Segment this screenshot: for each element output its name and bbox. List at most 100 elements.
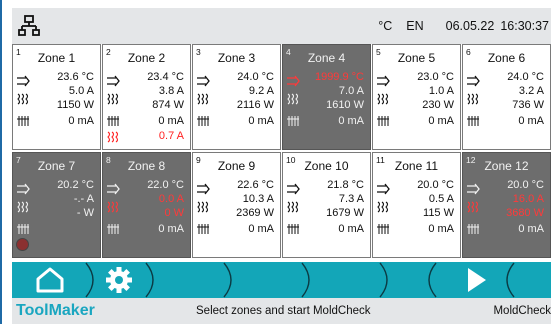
gear-icon xyxy=(106,267,132,293)
heater-icon xyxy=(286,93,300,105)
zone-leakage-current: 0 mA xyxy=(518,115,544,127)
zone-temperature: 20.0 °C xyxy=(417,179,454,191)
heater-icon xyxy=(196,93,210,105)
heater-icon xyxy=(106,93,120,105)
zone-current: 3.2 A xyxy=(518,85,544,97)
zone-tile[interactable]: 6 Zone 6 24.0 °C 3.2 A 736 W0 mA xyxy=(462,44,551,150)
time-display: 16:30:37 xyxy=(500,19,549,33)
zone-leakage-current: 0 mA xyxy=(158,115,184,127)
zone-leakage-current: 0 mA xyxy=(338,115,364,127)
header-bar: °C EN 06.05.22 16:30:37 xyxy=(12,8,551,44)
heater-icon xyxy=(466,201,480,213)
home-icon xyxy=(36,267,64,293)
network-icon[interactable] xyxy=(18,15,40,37)
zone-leakage-current: 0 mA xyxy=(428,115,454,127)
next-button[interactable] xyxy=(438,262,514,298)
zone-leakage-current: 0 mA xyxy=(248,223,274,235)
zone-tile[interactable]: 2 Zone 2 23.4 °C 3.8 A 874 W0 mA 0.7 A xyxy=(102,44,191,150)
zone-tile[interactable]: 4 Zone 4 1999.9 °C 7.0 A 1610 W0 mA xyxy=(282,44,371,150)
zone-name: Zone 9 xyxy=(217,159,256,173)
zone-temperature: 22.6 °C xyxy=(237,179,274,191)
heater-icon xyxy=(16,201,30,213)
zone-temperature: 23.6 °C xyxy=(57,71,94,83)
zone-tile[interactable]: 8 Zone 8 22.0 °C 0.0 A0 W0 mA xyxy=(102,152,191,258)
heater-icon xyxy=(286,201,300,213)
zone-current: 16.0 A xyxy=(512,193,544,205)
zone-tile[interactable]: 10 Zone 10 21.8 °C 7.3 A 1679 W0 mA xyxy=(282,152,371,258)
zone-name: Zone 7 xyxy=(37,159,76,173)
zone-temperature: 20.0 °C xyxy=(507,179,544,191)
status-bar: ToolMaker Select zones and start MoldChe… xyxy=(12,298,551,324)
nav-slot-5[interactable] xyxy=(306,262,382,298)
leakage-icon xyxy=(16,115,30,127)
zone-tile[interactable]: 1 Zone 1 23.6 °C 5.0 A 1150 W0 mA xyxy=(12,44,101,150)
flow-arrow-icon xyxy=(196,183,210,195)
zone-name: Zone 5 xyxy=(397,51,436,65)
zone-power: 2369 W xyxy=(236,207,274,219)
zone-tile[interactable]: 12 Zone 12 20.0 °C 16.0 A 3680 W0 mA xyxy=(462,152,551,258)
zone-temperature: 1999.9 °C xyxy=(314,71,364,83)
zone-name: Zone 11 xyxy=(394,159,439,173)
date-display: 06.05.22 xyxy=(445,19,495,33)
leakage-icon xyxy=(196,223,210,235)
zone-tile[interactable]: 5 Zone 5 23.0 °C 1.0 A 230 W0 mA xyxy=(372,44,461,150)
heater-icon xyxy=(466,93,480,105)
heater-icon xyxy=(376,93,390,105)
flow-arrow-icon xyxy=(16,75,30,87)
flow-arrow-icon xyxy=(196,75,210,87)
app-frame: °C EN 06.05.22 16:30:37 1 Zone 1 23.6 °C 5.… xyxy=(0,0,551,324)
zone-name: Zone 10 xyxy=(304,159,349,173)
zone-temperature: 23.0 °C xyxy=(417,71,454,83)
zone-name: Zone 4 xyxy=(307,51,346,65)
alarm-indicator-icon xyxy=(16,238,29,251)
zone-name: Zone 1 xyxy=(37,51,76,65)
nav-slot-4[interactable] xyxy=(228,262,304,298)
home-button[interactable] xyxy=(12,262,88,298)
nav-bar xyxy=(12,262,551,298)
flow-arrow-icon xyxy=(286,183,300,195)
zone-name: Zone 3 xyxy=(217,51,256,65)
zone-current: 7.0 A xyxy=(338,85,364,97)
heater-alarm-icon xyxy=(106,131,120,143)
language-indicator[interactable]: EN xyxy=(406,19,423,33)
zone-tile[interactable]: 11 Zone 11 20.0 °C 0.5 A 115 W0 mA xyxy=(372,152,461,258)
zone-power: 1610 W xyxy=(326,99,364,111)
flow-arrow-icon xyxy=(106,183,120,195)
heater-icon xyxy=(16,93,30,105)
leakage-icon xyxy=(376,115,390,127)
flow-arrow-icon xyxy=(286,75,300,87)
heater-icon xyxy=(196,201,210,213)
heater-icon xyxy=(376,201,390,213)
leakage-icon xyxy=(286,115,300,127)
zone-current: 1.0 A xyxy=(428,85,454,97)
zone-tile[interactable]: 7 Zone 7 20.2 °C -.- A- W xyxy=(12,152,101,258)
zone-current: 9.2 A xyxy=(248,85,274,97)
flow-arrow-icon xyxy=(376,183,390,195)
zone-power: 230 W xyxy=(422,99,454,111)
zone-leakage-current: 0 mA xyxy=(518,223,544,235)
zone-tile[interactable]: 3 Zone 3 24.0 °C 9.2 A 2116 W0 mA xyxy=(192,44,281,150)
flow-arrow-icon xyxy=(106,75,120,87)
settings-button[interactable] xyxy=(90,262,148,298)
leakage-icon xyxy=(286,223,300,235)
zone-name: Zone 8 xyxy=(127,159,166,173)
zone-leakage-current: 0 mA xyxy=(338,223,364,235)
zone-temperature: 24.0 °C xyxy=(507,71,544,83)
zone-temperature: 23.4 °C xyxy=(147,71,184,83)
flow-arrow-icon xyxy=(16,183,30,195)
zone-name: Zone 12 xyxy=(484,159,529,173)
nav-slot-3[interactable] xyxy=(150,262,226,298)
mode-label: MoldCheck xyxy=(493,305,551,317)
zone-current: 0.0 A xyxy=(158,193,184,205)
zone-temperature: 24.0 °C xyxy=(237,71,274,83)
zone-power: 2116 W xyxy=(236,99,274,111)
zone-power: 0 W xyxy=(164,207,184,219)
zone-grid: 1 Zone 1 23.6 °C 5.0 A 1150 W0 mA 2 Zone 2 23.4… xyxy=(12,44,551,260)
zone-tile[interactable]: 9 Zone 9 22.6 °C 10.3 A 2369 W0 mA xyxy=(192,152,281,258)
zone-current: 3.8 A xyxy=(158,85,184,97)
zone-current: 5.0 A xyxy=(68,85,94,97)
leakage-icon xyxy=(376,223,390,235)
leakage-icon xyxy=(16,223,30,235)
unit-indicator[interactable]: °C xyxy=(378,19,392,33)
zone-temperature: 21.8 °C xyxy=(327,179,364,191)
